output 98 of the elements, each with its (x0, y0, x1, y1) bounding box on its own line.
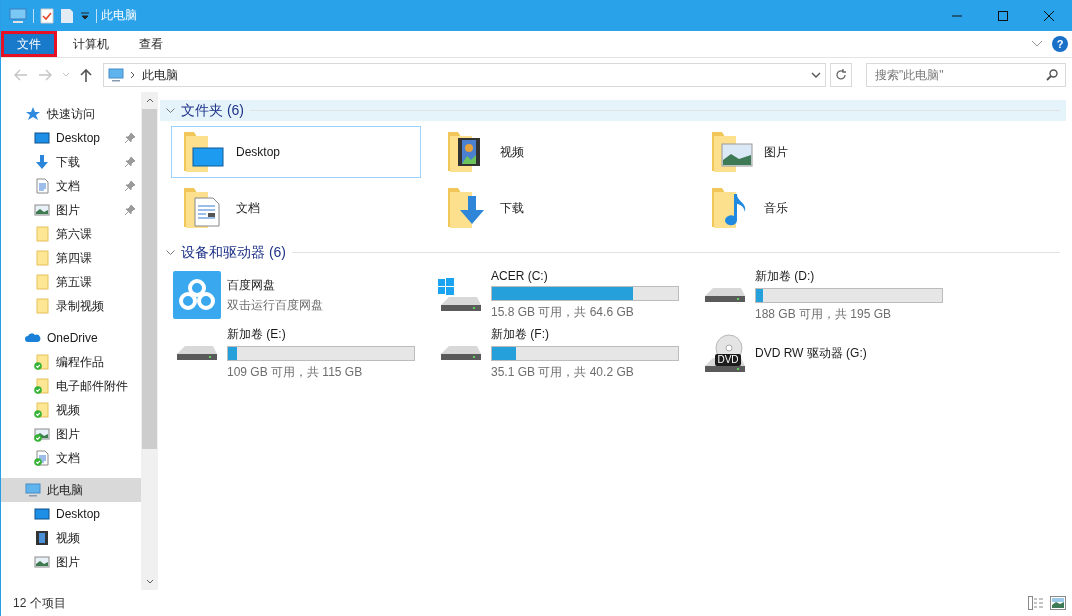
nav-item[interactable]: 此电脑 (1, 478, 141, 502)
nav-item[interactable]: 第四课 (1, 246, 141, 270)
folder-item[interactable]: 图片 (699, 126, 949, 178)
group-header[interactable]: 设备和驱动器 (6) (160, 242, 1066, 263)
document-icon (34, 178, 50, 194)
search-icon[interactable] (1046, 69, 1058, 81)
app-item[interactable]: 百度网盘 双击运行百度网盘 (171, 268, 421, 322)
nav-item[interactable]: 编程作品 (1, 350, 141, 374)
nav-item[interactable]: 第六课 (1, 222, 141, 246)
drive-item[interactable]: ACER (C:) 15.8 GB 可用，共 64.6 GB (435, 268, 685, 322)
folder-icon (34, 226, 50, 242)
caret-icon[interactable] (62, 72, 70, 78)
drive-space: 188 GB 可用，共 195 GB (755, 305, 893, 323)
nav-item[interactable]: 图片 (1, 422, 141, 446)
nav-item[interactable]: 文档 (1, 446, 141, 470)
item-count: 12 个项目 (13, 594, 66, 612)
address-field[interactable]: 此电脑 (103, 63, 826, 87)
pictures-icon (34, 554, 50, 570)
folder-icon (34, 402, 50, 418)
chevron-down-icon[interactable] (811, 72, 821, 78)
drive-name: 新加卷 (E:) (227, 325, 287, 343)
folder-item[interactable]: 下载 (435, 182, 685, 234)
refresh-icon[interactable] (835, 69, 847, 81)
folder-icon (34, 274, 50, 290)
drive-space: 35.1 GB 可用，共 40.2 GB (491, 363, 635, 381)
pin-icon[interactable] (125, 157, 135, 167)
search-field[interactable]: 搜索"此电脑" (866, 63, 1066, 87)
folder-icon (34, 354, 50, 370)
pin-icon[interactable] (125, 181, 135, 191)
pin-icon[interactable] (125, 205, 135, 215)
scrollbar[interactable] (141, 92, 158, 590)
drive-name: 新加卷 (F:) (491, 325, 550, 343)
drive-item[interactable]: 新加卷 (F:) 35.1 GB 可用，共 40.2 GB (435, 326, 685, 380)
folder-item[interactable]: 文档 (171, 182, 421, 234)
nav-item[interactable]: Desktop (1, 126, 141, 150)
nav-item[interactable]: 视频 (1, 526, 141, 550)
maximize-icon[interactable] (998, 10, 1008, 21)
ribbon-tab[interactable]: 文件 (1, 31, 57, 57)
video-icon (34, 530, 50, 546)
up-arrow-icon[interactable] (80, 68, 92, 82)
large-icons-view-icon[interactable] (1050, 596, 1066, 610)
nav-item[interactable]: 下载 (1, 150, 141, 174)
nav-item[interactable]: 录制视频 (1, 294, 141, 318)
nav-item[interactable]: 电子邮件附件 (1, 374, 141, 398)
drive-space: 15.8 GB 可用，共 64.6 GB (491, 304, 635, 321)
group-header[interactable]: 文件夹 (6) (160, 100, 1066, 121)
nav-item[interactable]: 视频 (1, 398, 141, 422)
nav-item[interactable]: 第五课 (1, 270, 141, 294)
scroll-up-icon[interactable] (145, 98, 154, 103)
desktop-icon (34, 506, 50, 522)
back-arrow-icon[interactable] (14, 69, 28, 81)
pictures-icon (34, 426, 50, 442)
close-icon[interactable] (1044, 10, 1054, 21)
drive-name: 新加卷 (D:) (755, 267, 816, 285)
drive-name: ACER (C:) (491, 269, 549, 283)
drive-item[interactable]: 新加卷 (D:) 188 GB 可用，共 195 GB (699, 268, 949, 322)
drive-space: 109 GB 可用，共 115 GB (227, 363, 364, 381)
properties-icon[interactable] (40, 7, 54, 24)
dvd-label: DVD (716, 354, 740, 366)
drive-item[interactable]: DVD DVD RW 驱动器 (G:) (699, 326, 949, 380)
pictures-icon (34, 202, 50, 218)
folder-item[interactable]: 视频 (435, 126, 685, 178)
help-button[interactable]: ? (1052, 36, 1068, 52)
collapse-chevron-icon[interactable] (166, 249, 175, 256)
dropdown-caret-icon[interactable] (80, 10, 90, 21)
breadcrumb[interactable]: 此电脑 (142, 66, 178, 84)
pin-icon[interactable] (125, 133, 135, 143)
details-view-icon[interactable] (1028, 596, 1044, 610)
download-icon (34, 154, 50, 170)
window-title: 此电脑 (101, 7, 138, 24)
drive-name: DVD RW 驱动器 (G:) (755, 344, 867, 362)
pc-icon (108, 67, 124, 83)
folder-item[interactable]: 音乐 (699, 182, 949, 234)
pc-icon[interactable] (9, 7, 27, 24)
nav-item[interactable]: Desktop (1, 502, 141, 526)
ribbon-tab[interactable]: 计算机 (59, 31, 123, 57)
cloud-app-icon (173, 271, 221, 319)
star-icon (25, 106, 41, 122)
drive-item[interactable]: 新加卷 (E:) 109 GB 可用，共 115 GB (171, 326, 421, 380)
chevron-icon[interactable] (130, 71, 136, 79)
folder-icon (34, 378, 50, 394)
app-description: 双击运行百度网盘 (227, 296, 323, 314)
nav-item[interactable]: 快速访问 (1, 102, 141, 126)
folder-icon (34, 250, 50, 266)
collapse-chevron-icon[interactable] (166, 107, 175, 114)
nav-item[interactable]: 图片 (1, 550, 141, 574)
scroll-down-icon[interactable] (145, 579, 154, 584)
nav-item[interactable]: 图片 (1, 198, 141, 222)
nav-item[interactable]: 文档 (1, 174, 141, 198)
document-icon (34, 450, 50, 466)
refresh-button[interactable] (830, 63, 852, 87)
desktop-icon (34, 130, 50, 146)
forward-arrow-icon[interactable] (38, 69, 52, 81)
nav-item[interactable]: OneDrive (1, 326, 141, 350)
pc-icon (25, 482, 41, 498)
ribbon-tab[interactable]: 查看 (125, 31, 177, 57)
folder-icon (34, 298, 50, 314)
folder-item[interactable]: Desktop (171, 126, 421, 178)
